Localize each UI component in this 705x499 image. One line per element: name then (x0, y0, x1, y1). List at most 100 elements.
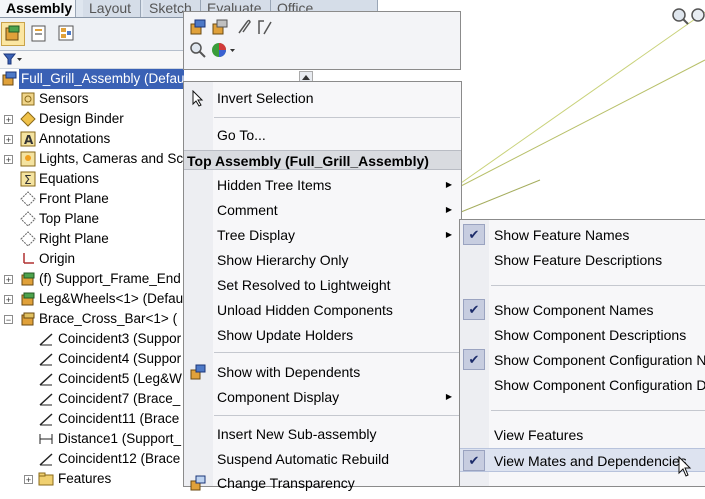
tree-item-top-plane[interactable]: Top Plane (0, 209, 184, 229)
collapse-toggle[interactable]: − (4, 315, 13, 325)
submenu-item-show-component-config-descriptions[interactable]: Show Component Configuration D (460, 373, 705, 397)
tree-item-label: Coincident4 (Suppor (58, 351, 182, 366)
tree-item-label: (f) Support_Frame_End (39, 271, 181, 286)
submenu-item-view-features[interactable]: View Features (460, 423, 705, 447)
configurationmanager-tab-button[interactable] (55, 22, 79, 46)
expand-toggle[interactable]: + (4, 135, 13, 145)
tree-item-label: Coincident7 (Brace_ (58, 391, 181, 406)
appearance-icon[interactable] (211, 41, 239, 59)
mouse-cursor-icon (678, 455, 692, 478)
tree-root-assembly[interactable]: Full_Grill_Assembly (Default<Full_Displa… (0, 69, 184, 89)
zoom-to-selection-icon[interactable] (189, 41, 207, 59)
tree-mate-coincident3[interactable]: Coincident3 (Suppor (0, 329, 184, 349)
tree-item-label: Equations (39, 171, 100, 186)
tree-item-lights-cameras[interactable]: + Lights, Cameras and Sc (0, 149, 184, 169)
part-icon (20, 311, 36, 327)
tree-item-support-frame[interactable]: + (f) Support_Frame_End (0, 269, 184, 289)
propertymanager-tab-button[interactable] (28, 22, 52, 46)
featuremanager-icon (5, 25, 20, 41)
menu-item-tree-display[interactable]: Tree Display ▶ (184, 223, 461, 247)
featuremanager-toolbar (0, 18, 183, 51)
menu-item-show-with-dependents[interactable]: Show with Dependents (184, 360, 461, 384)
measure-icon[interactable] (256, 18, 274, 36)
coincident-mate-icon (38, 391, 54, 407)
menu-item-go-to[interactable]: Go To... (184, 123, 461, 147)
submenu-item-show-feature-names[interactable]: ✔ Show Feature Names (460, 223, 705, 247)
svg-text:Σ: Σ (24, 173, 32, 187)
submenu-item-show-component-descriptions[interactable]: Show Component Descriptions (460, 323, 705, 347)
tree-item-label: Top Plane (39, 211, 100, 226)
tree-mate-coincident4[interactable]: Coincident4 (Suppor (0, 349, 184, 369)
tree-item-right-plane[interactable]: Right Plane (0, 229, 184, 249)
menu-item-invert-selection[interactable]: Invert Selection (184, 86, 461, 110)
configurationmanager-icon (58, 25, 74, 41)
menu-item-change-transparency[interactable]: Change Transparency (184, 471, 461, 495)
expand-toggle[interactable]: + (4, 275, 13, 285)
menu-item-comment[interactable]: Comment ▶ (184, 198, 461, 222)
submenu-arrow-icon: ▶ (445, 230, 452, 239)
tab-layout[interactable]: Layout (83, 0, 141, 17)
expand-toggle[interactable]: + (4, 295, 13, 305)
plane-icon (20, 231, 36, 247)
tree-item-front-plane[interactable]: Front Plane (0, 189, 184, 209)
tree-item-label: Origin (39, 251, 76, 266)
context-toolbar (183, 11, 461, 70)
menu-item-unload-hidden[interactable]: Unload Hidden Components (184, 298, 461, 322)
tree-item-annotations[interactable]: + A Annotations (0, 129, 184, 149)
tree-item-label: Design Binder (39, 111, 124, 126)
tree-item-equations[interactable]: Σ Equations (0, 169, 184, 189)
tree-item-origin[interactable]: Origin (0, 249, 184, 269)
assembly-properties-icon[interactable] (211, 18, 229, 36)
menu-item-show-hierarchy-only[interactable]: Show Hierarchy Only (184, 248, 461, 272)
tree-item-brace-cross-bar[interactable]: − Brace_Cross_Bar<1> ( (0, 309, 184, 329)
tree-item-label: Annotations (39, 131, 111, 146)
design-binder-icon (20, 111, 36, 127)
submenu-item-view-mates-dependencies[interactable]: ✔ View Mates and Dependencies (460, 448, 705, 472)
expand-toggle[interactable]: + (24, 475, 33, 485)
submenu-item-show-component-config-names[interactable]: ✔ Show Component Configuration Na (460, 348, 705, 372)
assembly-open-icon[interactable] (189, 18, 207, 36)
expand-toggle[interactable]: + (4, 115, 13, 125)
tree-item-leg-wheels[interactable]: + Leg&Wheels<1> (Defau (0, 289, 184, 309)
tree-item-label: Front Plane (39, 191, 109, 206)
tree-mate-coincident11[interactable]: Coincident11 (Brace (0, 409, 184, 429)
annotations-icon: A (20, 131, 36, 147)
feature-tree[interactable]: Full_Grill_Assembly (Default<Full_Displa… (0, 69, 184, 487)
zoom-area-icon[interactable] (690, 7, 705, 25)
coincident-mate-icon (38, 451, 54, 467)
paperclip-icon[interactable] (234, 18, 252, 36)
menu-item-component-display[interactable]: Component Display ▶ (184, 385, 461, 409)
submenu-item-show-feature-descriptions[interactable]: Show Feature Descriptions (460, 248, 705, 272)
tree-item-design-binder[interactable]: + Design Binder (0, 109, 184, 129)
cursor-icon (190, 89, 207, 107)
tab-assembly[interactable]: Assembly (0, 0, 76, 17)
features-folder-icon (38, 471, 54, 487)
menu-item-show-update-holders[interactable]: Show Update Holders (184, 323, 461, 347)
featuremanager-tab-button[interactable] (1, 22, 25, 46)
submenu-item-show-component-names[interactable]: ✔ Show Component Names (460, 298, 705, 322)
tree-mate-coincident12[interactable]: Coincident12 (Brace (0, 449, 184, 469)
tree-mate-coincident5[interactable]: Coincident5 (Leg&W (0, 369, 184, 389)
filter-icon[interactable] (2, 53, 23, 69)
tree-mate-coincident7[interactable]: Coincident7 (Brace_ (0, 389, 184, 409)
tree-mate-distance1[interactable]: Distance1 (Support_ (0, 429, 184, 449)
tree-display-submenu: ✔ Show Feature Names Show Feature Descri… (459, 219, 705, 487)
tree-item-features[interactable]: + Features (0, 469, 184, 487)
dependents-icon (190, 364, 207, 381)
expand-toggle[interactable]: + (4, 155, 13, 165)
tree-item-label: Features (58, 471, 112, 486)
menu-item-hidden-tree-items[interactable]: Hidden Tree Items ▶ (184, 173, 461, 197)
tree-item-label: Leg&Wheels<1> (Defau (39, 291, 184, 306)
menu-item-set-resolved-lightweight[interactable]: Set Resolved to Lightweight (184, 273, 461, 297)
menu-header-top-assembly: Top Assembly (Full_Grill_Assembly) (184, 150, 461, 170)
tree-filter-bar[interactable] (0, 51, 183, 69)
checkmark-icon: ✔ (463, 299, 485, 320)
menu-item-suspend-rebuild[interactable]: Suspend Automatic Rebuild (184, 447, 461, 471)
tree-item-label: Lights, Cameras and Sc (39, 151, 184, 166)
zoom-to-fit-icon[interactable] (671, 7, 689, 25)
menu-item-insert-subassembly[interactable]: Insert New Sub-assembly (184, 422, 461, 446)
submenu-arrow-icon: ▶ (445, 205, 452, 214)
tree-item-sensors[interactable]: Sensors (0, 89, 184, 109)
lights-cameras-icon (20, 151, 36, 167)
equations-icon: Σ (20, 171, 36, 187)
